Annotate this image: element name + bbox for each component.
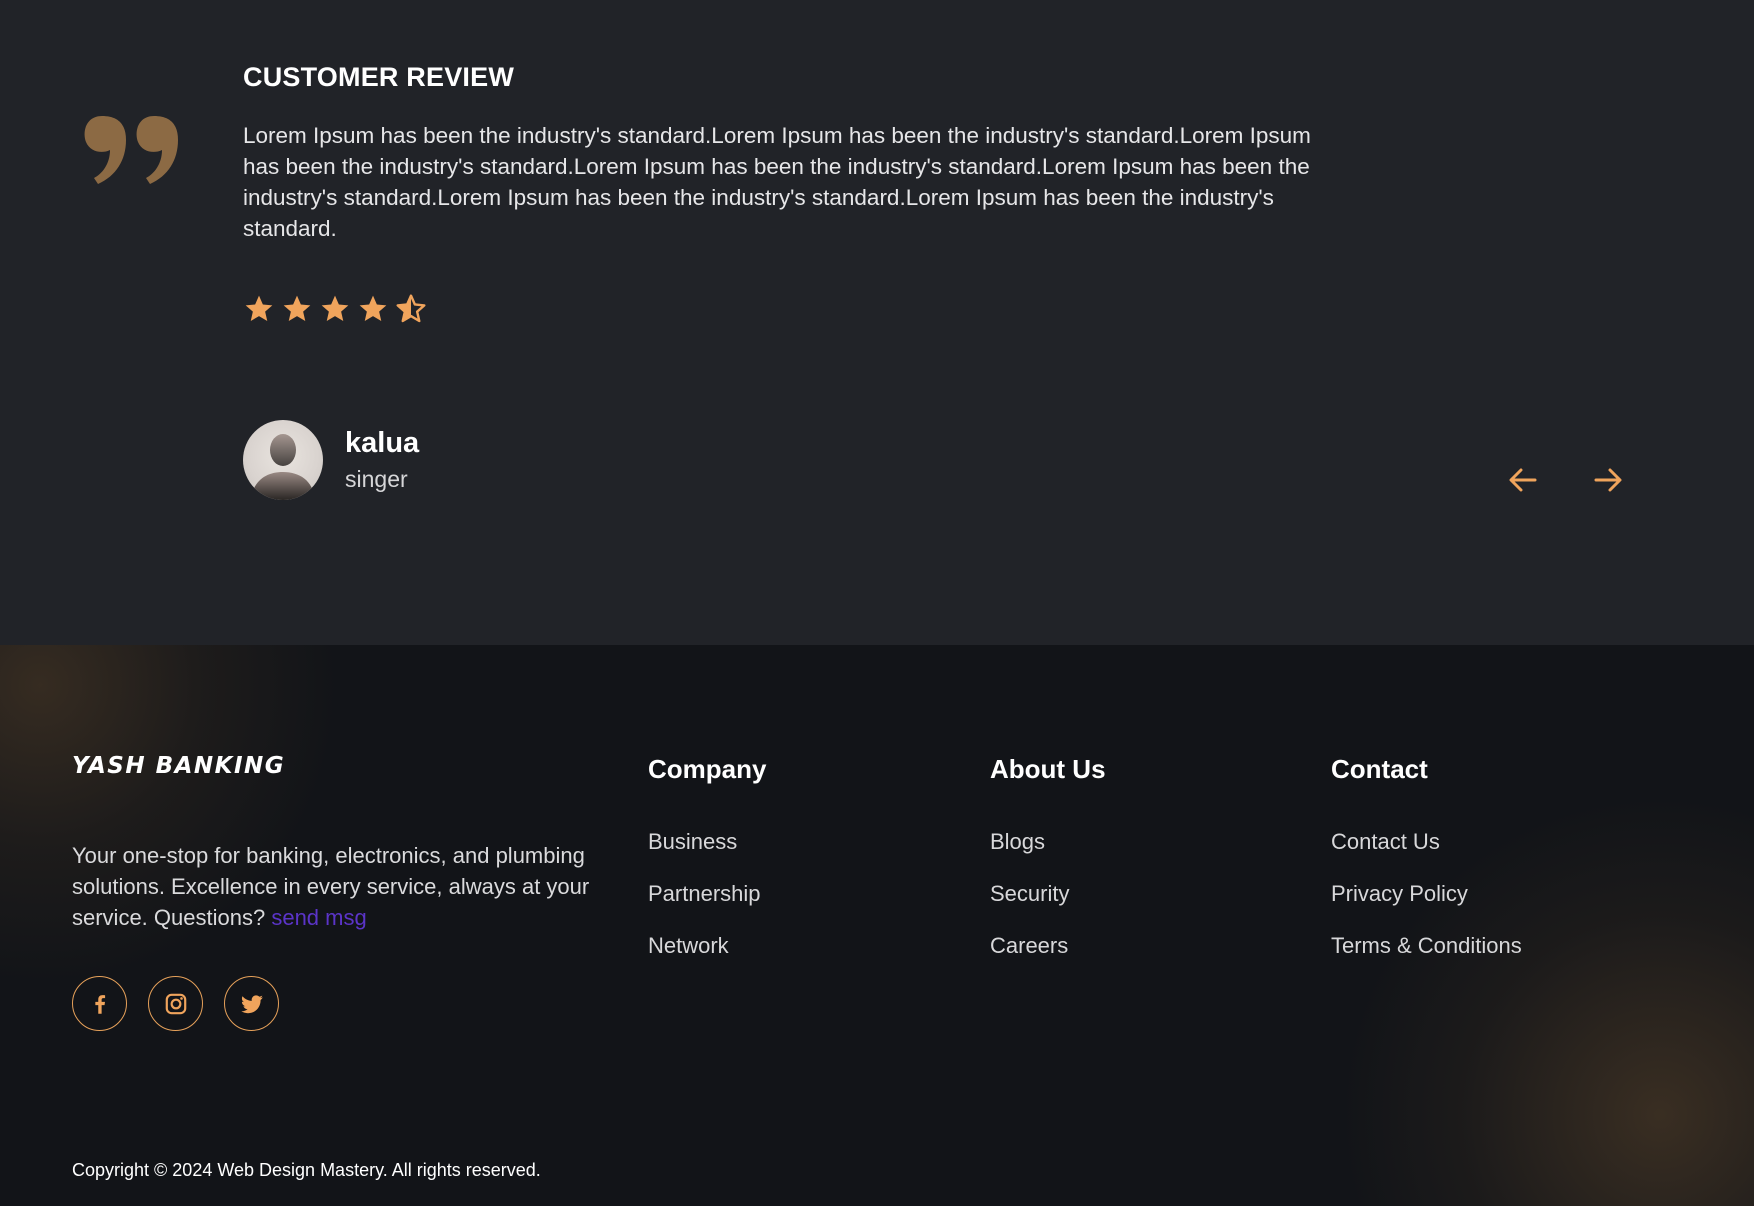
avatar: [243, 420, 323, 500]
footer-link-privacy-policy[interactable]: Privacy Policy: [1331, 881, 1522, 907]
footer-link-contact-us[interactable]: Contact Us: [1331, 829, 1522, 855]
footer-link-careers[interactable]: Careers: [990, 933, 1106, 959]
person-silhouette-icon: [251, 434, 315, 500]
instagram-button[interactable]: [148, 976, 203, 1031]
star-full-icon: [321, 295, 349, 321]
facebook-button[interactable]: [72, 976, 127, 1031]
footer-link-blogs[interactable]: Blogs: [990, 829, 1106, 855]
twitter-button[interactable]: [224, 976, 279, 1031]
arrow-right-icon: [1594, 468, 1622, 492]
column-title-contact: Contact: [1331, 754, 1428, 784]
footer-link-network[interactable]: Network: [648, 933, 766, 959]
review-text: Lorem Ipsum has been the industry's stan…: [243, 123, 1311, 241]
review-author: kalua singer: [243, 420, 419, 500]
author-meta: kalua singer: [345, 425, 419, 495]
social-links: [72, 976, 279, 1031]
author-name: kalua: [345, 427, 420, 459]
rating-stars: [243, 293, 427, 331]
brand-logo[interactable]: YASH BANKING: [72, 753, 285, 779]
previous-review-button[interactable]: [1501, 458, 1545, 502]
instagram-icon: [165, 993, 186, 1014]
footer-link-partnership[interactable]: Partnership: [648, 881, 766, 907]
column-title-company: Company: [648, 754, 767, 784]
star-full-icon: [359, 295, 387, 321]
column-title-about: About Us: [990, 754, 1106, 784]
footer-column-about: About Us Blogs Security Careers: [990, 753, 1106, 985]
twitter-icon: [240, 994, 263, 1013]
review-title: CUSTOMER REVIEW: [243, 62, 515, 92]
next-review-button[interactable]: [1586, 458, 1630, 502]
star-half-icon: [396, 294, 426, 323]
star-full-icon: [283, 295, 311, 321]
footer: YASH BANKING Your one-stop for banking, …: [0, 645, 1754, 1206]
footer-column-contact: Contact Contact Us Privacy Policy Terms …: [1331, 753, 1522, 985]
footer-link-terms[interactable]: Terms & Conditions: [1331, 933, 1522, 959]
arrow-left-icon: [1509, 468, 1537, 492]
star-full-icon: [245, 295, 273, 321]
facebook-icon: [94, 994, 105, 1014]
footer-link-security[interactable]: Security: [990, 881, 1106, 907]
footer-link-business[interactable]: Business: [648, 829, 766, 855]
footer-column-company: Company Business Partnership Network: [648, 753, 766, 985]
brand-description: Your one-stop for banking, electronics, …: [72, 840, 592, 933]
customer-review-section: CUSTOMER REVIEW Lorem Ipsum has been the…: [0, 0, 1754, 645]
send-msg-link[interactable]: send msg: [271, 905, 366, 930]
quote-icon: [84, 116, 178, 184]
copyright-text: Copyright © 2024 Web Design Mastery. All…: [72, 1160, 541, 1180]
author-role: singer: [345, 466, 408, 492]
